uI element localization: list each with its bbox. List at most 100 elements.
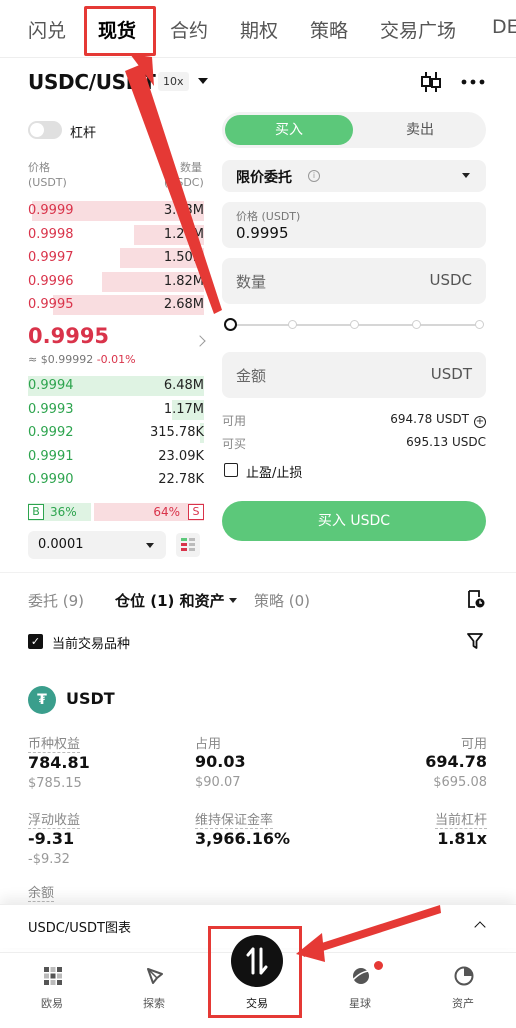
tab-convert[interactable]: 闪兑	[28, 16, 66, 43]
tab-strategies[interactable]: 策略 (0)	[254, 590, 310, 611]
pie-chart-icon	[454, 966, 474, 986]
bid-row[interactable]: 0.9993 1.17M	[28, 399, 204, 420]
ask-price: 0.9997	[28, 250, 74, 265]
nav-explore-label: 探索	[143, 997, 165, 1010]
bid-row[interactable]: 0.9990 22.78K	[28, 470, 204, 490]
top-tab-bar: 闪兑 现货 合约 期权 策略 交易广场 DE	[0, 0, 516, 58]
transfer-plus-icon[interactable]: +	[474, 416, 486, 428]
orderbook-layout-icon[interactable]	[176, 533, 200, 557]
can-buy-value: 695.13 USDC	[406, 435, 486, 449]
bid-price: 0.9992	[28, 425, 74, 440]
tab-trading-square[interactable]: 交易广场	[380, 16, 456, 43]
nav-planet[interactable]: 星球	[310, 953, 410, 1028]
slider-step-50[interactable]	[350, 320, 359, 329]
slider-step-75[interactable]	[412, 320, 421, 329]
bid-qty: 22.78K	[158, 472, 204, 487]
ob-qty-unit: (USDC)	[164, 176, 204, 189]
usdt-coin-icon: ₮	[28, 686, 56, 714]
avail-usd: $695.08	[433, 775, 487, 790]
tab-options[interactable]: 期权	[240, 16, 278, 43]
bid-qty: 1.17M	[163, 401, 204, 417]
ask-price: 0.9996	[28, 273, 74, 289]
ob-qty-header: 数量	[180, 161, 202, 174]
info-icon[interactable]: i	[308, 170, 320, 182]
chart-drawer-label: USDC/USDT图表	[28, 921, 131, 936]
lev-label[interactable]: 当前杠杆	[434, 809, 487, 829]
tab-buy[interactable]: 买入	[225, 115, 353, 145]
upnl-value: -9.31	[28, 829, 75, 848]
chevron-down-icon	[462, 173, 470, 178]
candlestick-chart-icon[interactable]	[420, 70, 442, 94]
order-history-icon[interactable]	[466, 589, 486, 609]
bid-price: 0.9991	[28, 448, 74, 464]
filter-icon[interactable]	[466, 632, 484, 650]
chevron-down-icon[interactable]	[229, 598, 237, 603]
bid-qty: 6.48M	[163, 378, 204, 393]
used-label: 占用	[195, 737, 222, 752]
buy-usdc-button[interactable]: 买入 USDC	[222, 501, 486, 541]
buy-ratio-value: 36%	[50, 505, 77, 519]
more-options-icon[interactable]	[460, 72, 486, 92]
mmr-label[interactable]: 维持保证金率	[195, 809, 274, 829]
margin-toggle[interactable]	[28, 121, 62, 139]
bid-row[interactable]: 0.9992 315.78K	[28, 423, 204, 443]
ask-row[interactable]: 0.9997 1.50M	[28, 248, 204, 268]
tpsl-label[interactable]: 止盈/止损	[246, 462, 302, 481]
nav-explore[interactable]: 探索	[104, 953, 204, 1028]
slider-handle[interactable]	[224, 318, 237, 331]
planet-icon	[351, 968, 371, 984]
last-usd-value: ≈ $0.99992	[28, 353, 94, 366]
ask-qty: 1.82M	[163, 273, 204, 289]
buy-sell-ratio: B 36% 64% S	[28, 503, 204, 521]
tab-sell[interactable]: 卖出	[356, 115, 484, 145]
tpsl-checkbox[interactable]	[224, 463, 238, 477]
slider-step-25[interactable]	[288, 320, 297, 329]
tab-open-orders[interactable]: 委托 (9)	[28, 590, 84, 611]
ask-row[interactable]: 0.9999 3.13M	[28, 201, 204, 221]
tab-de[interactable]: DE	[492, 16, 516, 38]
ask-row[interactable]: 0.9996 1.82M	[28, 271, 204, 292]
price-input-label: 价格 (USDT)	[236, 210, 301, 223]
tab-strategy[interactable]: 策略	[310, 16, 348, 43]
nav-okx-label: 欧易	[41, 997, 63, 1010]
nav-assets[interactable]: 资产	[413, 953, 513, 1028]
upnl-label[interactable]: 浮动收益	[28, 809, 81, 829]
price-input[interactable]: 价格 (USDT) 0.9995	[222, 202, 486, 248]
last-change: -0.01%	[96, 353, 136, 366]
bid-price: 0.9993	[28, 401, 74, 417]
amount-input[interactable]: 金额 USDT	[222, 352, 486, 398]
annotation-box-spot	[84, 6, 156, 56]
pair-dropdown-icon[interactable]	[198, 78, 208, 84]
nav-okx[interactable]: 欧易	[2, 953, 102, 1028]
chevron-right-icon[interactable]	[194, 335, 206, 347]
current-pair-checkbox[interactable]: ✓	[28, 634, 43, 649]
ask-row[interactable]: 0.9995 2.68M	[28, 295, 204, 315]
bid-row[interactable]: 0.9991 23.09K	[28, 447, 204, 467]
stat-leverage: 当前杠杆 1.81x	[434, 809, 487, 848]
quantity-input[interactable]: 数量 USDC	[222, 258, 486, 304]
ask-qty: 2.68M	[163, 297, 204, 312]
bid-row[interactable]: 0.9994 6.48M	[28, 376, 204, 396]
slider-step-100[interactable]	[475, 320, 484, 329]
ask-qty: 1.50M	[163, 250, 204, 265]
order-type-select[interactable]: 限价委托 i	[222, 160, 486, 192]
price-input-value[interactable]: 0.9995	[236, 224, 289, 242]
stat-balance: 余额	[28, 882, 55, 902]
precision-select[interactable]: 0.0001	[28, 531, 166, 559]
okx-logo-icon	[44, 967, 62, 985]
ask-row[interactable]: 0.9998 1.27M	[28, 224, 204, 245]
tab-futures[interactable]: 合约	[170, 16, 208, 43]
last-price[interactable]: 0.9995	[28, 324, 109, 348]
balance-label[interactable]: 余额	[28, 882, 55, 902]
amount-unit: USDT	[430, 365, 472, 383]
available-value-wrap: 694.78 USDT +	[390, 412, 486, 428]
ask-price: 0.9995	[28, 297, 74, 312]
amount-placeholder: 金额	[236, 367, 267, 385]
stat-upnl: 浮动收益 -9.31 -$9.32	[28, 809, 81, 867]
section-divider	[0, 572, 516, 573]
tab-positions-assets[interactable]: 仓位 (1) 和资产	[115, 590, 225, 611]
equity-label[interactable]: 币种权益	[28, 733, 81, 753]
chevron-up-icon[interactable]	[474, 921, 486, 933]
pair-name[interactable]: USDC/USDT	[28, 70, 156, 94]
current-pair-label[interactable]: 当前交易品种	[52, 633, 130, 652]
